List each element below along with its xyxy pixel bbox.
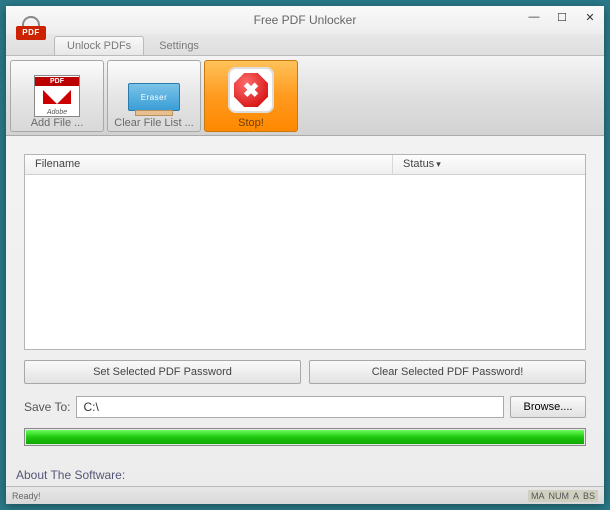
add-file-button[interactable]: Adobe Add File ... [10, 60, 104, 132]
progress-fill [26, 430, 584, 444]
tab-bar: Unlock PDFs Settings [6, 34, 604, 56]
file-list[interactable]: Filename Status▾ [24, 154, 586, 350]
about-link[interactable]: About The Software: [6, 454, 604, 488]
status-ready: Ready! [12, 491, 41, 501]
tab-unlock-pdfs[interactable]: Unlock PDFs [54, 36, 144, 55]
status-indicators: MA NUM A BS [528, 490, 598, 502]
close-button[interactable]: ✕ [576, 6, 604, 28]
pdf-file-icon: Adobe [34, 75, 80, 117]
titlebar: PDF Free PDF Unlocker — ☐ ✕ [6, 6, 604, 34]
content-area: Filename Status▾ Set Selected PDF Passwo… [6, 136, 604, 454]
app-icon: PDF [16, 12, 46, 42]
column-filename[interactable]: Filename [25, 155, 393, 174]
minimize-button[interactable]: — [520, 6, 548, 28]
save-to-input[interactable] [76, 396, 504, 418]
app-window: PDF Free PDF Unlocker — ☐ ✕ Unlock PDFs … [6, 6, 604, 504]
save-to-label: Save To: [24, 400, 70, 414]
eraser-icon: Eraser [128, 83, 180, 111]
set-password-button[interactable]: Set Selected PDF Password [24, 360, 301, 384]
clear-list-label: Clear File List ... [114, 117, 193, 129]
stop-button[interactable]: ✖ Stop! [204, 60, 298, 132]
add-file-label: Add File ... [31, 117, 84, 129]
column-status[interactable]: Status▾ [393, 155, 585, 174]
maximize-button[interactable]: ☐ [548, 6, 576, 28]
browse-button[interactable]: Browse.... [510, 396, 586, 418]
stop-icon: ✖ [228, 67, 274, 113]
clear-password-button[interactable]: Clear Selected PDF Password! [309, 360, 586, 384]
progress-bar [24, 428, 586, 446]
sort-arrow-icon: ▾ [436, 159, 441, 169]
stop-label: Stop! [238, 117, 264, 129]
window-title: Free PDF Unlocker [254, 13, 357, 27]
list-header: Filename Status▾ [25, 155, 585, 175]
status-bar: Ready! MA NUM A BS [6, 486, 604, 504]
clear-file-list-button[interactable]: Eraser Clear File List ... [107, 60, 201, 132]
toolbar: Adobe Add File ... Eraser Clear File Lis… [6, 56, 604, 136]
tab-settings[interactable]: Settings [146, 36, 212, 55]
